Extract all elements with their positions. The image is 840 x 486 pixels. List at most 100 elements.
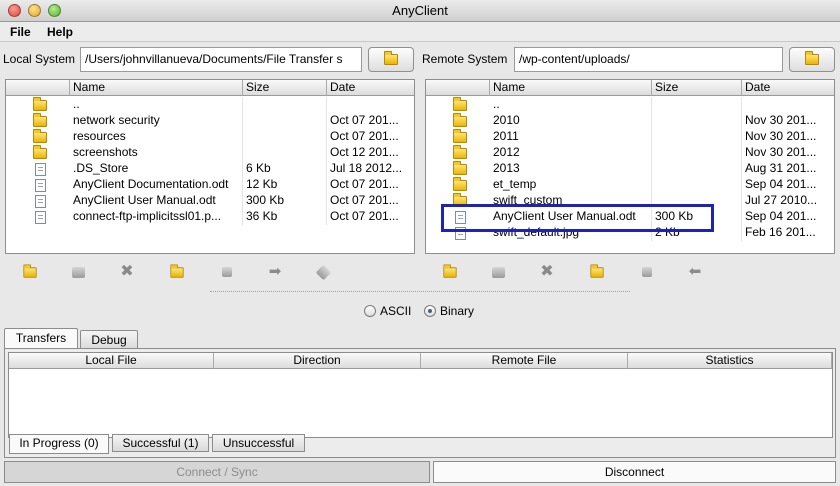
file-row[interactable]: resources Oct 07 201... xyxy=(6,128,414,145)
zoom-window-button[interactable] xyxy=(48,4,61,17)
size-cell xyxy=(243,129,327,145)
binary-radio-button[interactable] xyxy=(424,305,436,317)
stop-icon xyxy=(642,267,652,277)
statistics-column-header[interactable]: Statistics xyxy=(628,353,832,369)
remote-stop-button[interactable] xyxy=(638,263,656,281)
name-cell: AnyClient User Manual.odt xyxy=(490,209,652,225)
file-row[interactable]: et_temp Sep 04 201... xyxy=(426,176,834,193)
file-row[interactable]: 2012 Nov 30 201... xyxy=(426,144,834,161)
connect-sync-button[interactable]: Connect / Sync xyxy=(4,461,430,483)
date-column-header[interactable]: Date xyxy=(327,80,414,96)
ascii-radio-button[interactable] xyxy=(364,305,376,317)
transfers-table[interactable]: Local File Direction Remote File Statist… xyxy=(8,352,833,438)
file-icon xyxy=(34,194,46,208)
tab-debug[interactable]: Debug xyxy=(80,330,138,350)
close-window-button[interactable] xyxy=(8,4,21,17)
disconnect-button[interactable]: Disconnect xyxy=(433,461,836,483)
rename-button[interactable] xyxy=(69,263,87,281)
date-column-header[interactable]: Date xyxy=(742,80,834,96)
file-row[interactable]: swift_custom Jul 27 2010... xyxy=(426,192,834,209)
file-row[interactable]: 2010 Nov 30 201... xyxy=(426,112,834,129)
direction-column-header[interactable]: Direction xyxy=(214,353,421,369)
date-cell: Oct 07 201... xyxy=(327,129,414,145)
size-cell xyxy=(652,177,742,193)
size-cell xyxy=(652,97,742,113)
row-icon-cell xyxy=(426,160,490,177)
splitter[interactable] xyxy=(210,291,630,292)
folder-icon xyxy=(33,96,47,111)
file-row[interactable]: screenshots Oct 12 201... xyxy=(6,144,414,161)
date-cell: Sep 04 201... xyxy=(742,209,834,225)
remote-new-folder-button[interactable] xyxy=(441,263,458,280)
local-browse-button[interactable] xyxy=(368,47,414,72)
size-cell: 12 Kb xyxy=(243,177,327,193)
file-row[interactable]: 2011 Nov 30 201... xyxy=(426,128,834,145)
file-row[interactable]: AnyClient Documentation.odt 12 Kb Oct 07 2… xyxy=(6,177,414,193)
upload-button[interactable]: ➡ xyxy=(266,263,284,281)
remote-delete-button[interactable]: ✖ xyxy=(538,263,556,281)
size-cell: 6 Kb xyxy=(243,161,327,177)
folder-icon xyxy=(453,144,467,159)
date-cell: Nov 30 201... xyxy=(742,129,834,145)
folder-icon xyxy=(453,96,467,111)
new-folder-button[interactable] xyxy=(21,263,38,280)
file-row[interactable]: .. xyxy=(426,96,834,113)
local-file-column-header[interactable]: Local File xyxy=(9,353,214,369)
subtab-successful[interactable]: Successful (1) xyxy=(112,434,209,452)
name-cell: .DS_Store xyxy=(70,161,243,177)
file-row[interactable]: connect-ftp-implicitssl01.p... 36 Kb Oct 0… xyxy=(6,209,414,225)
icon-column-header[interactable] xyxy=(426,80,490,96)
row-icon-cell xyxy=(426,112,490,129)
name-cell: swift_default.jpg xyxy=(490,225,652,241)
row-icon-cell xyxy=(426,192,490,209)
ascii-label: ASCII xyxy=(380,304,412,318)
name-cell: .. xyxy=(490,97,652,113)
file-row[interactable]: AnyClient User Manual.odt 300 Kb Sep 04 20… xyxy=(426,209,834,225)
remote-browse-button[interactable] xyxy=(789,47,835,72)
date-cell: Oct 07 201... xyxy=(327,177,414,193)
folder-icon xyxy=(453,192,467,207)
delete-button[interactable]: ✖ xyxy=(118,263,136,281)
row-icon-cell xyxy=(6,96,70,113)
size-column-header[interactable]: Size xyxy=(652,80,742,96)
size-cell xyxy=(652,129,742,145)
remote-path-field[interactable]: /wp-content/uploads/ xyxy=(514,47,783,72)
icon-column-header[interactable] xyxy=(6,80,70,96)
date-cell: Aug 31 201... xyxy=(742,161,834,177)
stop-button[interactable] xyxy=(218,263,236,281)
file-row[interactable]: AnyClient User Manual.odt 300 Kb Oct 07 20… xyxy=(6,193,414,209)
file-row[interactable]: .. xyxy=(6,96,414,113)
size-cell: 300 Kb xyxy=(652,209,742,225)
remote-file-table[interactable]: Name Size Date .. 2010 Nov 30 201... 2011 No… xyxy=(425,79,835,254)
name-column-header[interactable]: Name xyxy=(490,80,652,96)
subtab-unsuccessful[interactable]: Unsuccessful xyxy=(212,434,305,452)
file-row[interactable]: .DS_Store 6 Kb Jul 18 2012... xyxy=(6,161,414,177)
date-cell: Oct 07 201... xyxy=(327,193,414,209)
ascii-radio[interactable]: ASCII xyxy=(364,304,411,318)
name-cell: 2013 xyxy=(490,161,652,177)
local-path-field[interactable]: /Users/johnvillanueva/Documents/File Tra… xyxy=(80,47,362,72)
date-cell: Oct 07 201... xyxy=(327,209,414,225)
folder-icon xyxy=(33,112,47,127)
minimize-window-button[interactable] xyxy=(28,4,41,17)
name-cell: screenshots xyxy=(70,145,243,161)
size-cell: 2 Kb xyxy=(652,225,742,241)
tab-transfers[interactable]: Transfers xyxy=(4,328,78,349)
file-row[interactable]: 2013 Aug 31 201... xyxy=(426,160,834,177)
open-folder-button[interactable] xyxy=(168,263,185,280)
binary-radio[interactable]: Binary xyxy=(424,304,474,318)
size-column-header[interactable]: Size xyxy=(243,80,327,96)
refresh-button[interactable] xyxy=(314,263,332,281)
file-row[interactable]: network security Oct 07 201... xyxy=(6,112,414,129)
subtab-in-progress[interactable]: In Progress (0) xyxy=(9,434,109,454)
menu-file[interactable]: File xyxy=(10,25,31,39)
refresh-icon xyxy=(315,264,331,280)
name-column-header[interactable]: Name xyxy=(70,80,243,96)
local-file-table[interactable]: Name Size Date .. network security Oct 07 … xyxy=(5,79,415,254)
remote-rename-button[interactable] xyxy=(489,263,507,281)
remote-open-folder-button[interactable] xyxy=(588,263,605,280)
file-row[interactable]: swift_default.jpg 2 Kb Feb 16 201... xyxy=(426,225,834,241)
download-button[interactable]: ⬅ xyxy=(686,263,704,281)
menu-help[interactable]: Help xyxy=(47,25,73,39)
remote-file-column-header[interactable]: Remote File xyxy=(421,353,628,369)
